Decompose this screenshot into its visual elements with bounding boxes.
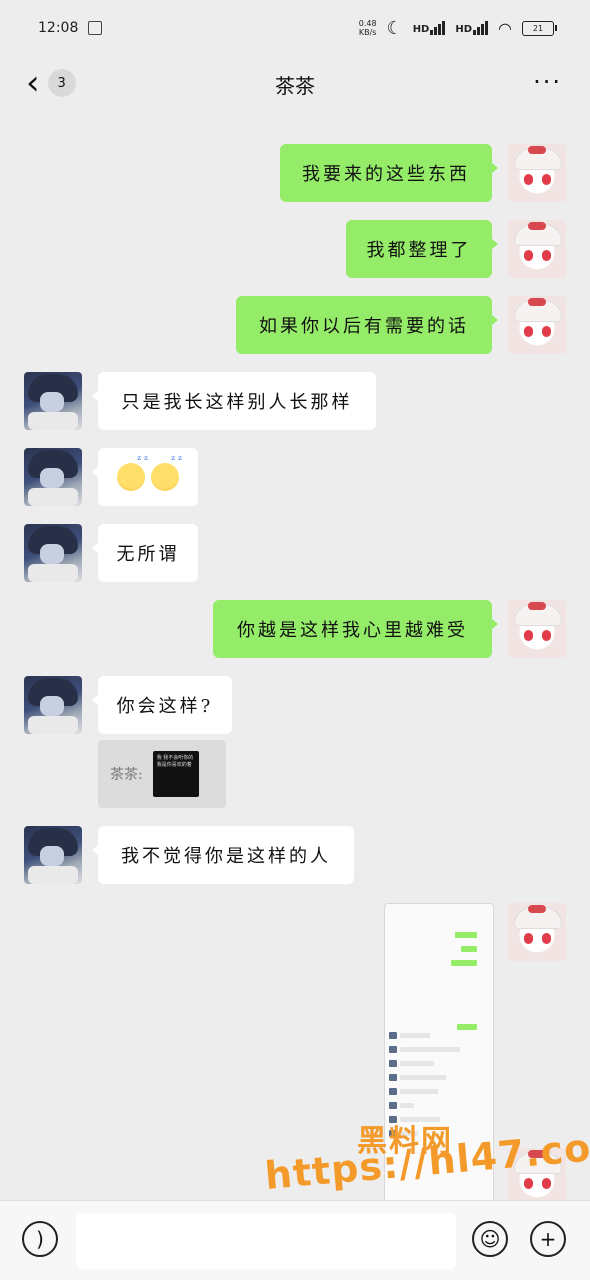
contact-avatar[interactable] <box>24 448 82 506</box>
voice-button[interactable]: ) <box>22 1221 58 1257</box>
message-input[interactable] <box>76 1213 456 1269</box>
status-time: 12:08 <box>38 20 79 36</box>
more-icon: ··· <box>533 68 562 96</box>
message-bubble[interactable]: 你会这样? <box>92 676 232 734</box>
quote-sender: 茶茶: <box>110 767 143 783</box>
my-avatar[interactable] <box>508 600 566 658</box>
contact-avatar[interactable] <box>24 676 82 734</box>
my-avatar[interactable] <box>508 144 566 202</box>
sleeping-face-icon <box>117 453 151 491</box>
mini-row <box>389 1060 434 1067</box>
plus-icon: + <box>539 1227 557 1251</box>
mini-row <box>389 1102 414 1109</box>
battery-icon: 21 <box>522 20 557 36</box>
mini-bubble <box>455 932 477 938</box>
message-bubble[interactable]: 无所谓 <box>92 524 198 582</box>
my-avatar[interactable] <box>508 220 566 278</box>
signal-2-label: HD <box>455 24 473 35</box>
status-right: 0.48 KB/s ☾ HD HD ◠ 21 <box>359 17 557 39</box>
my-avatar[interactable] <box>508 903 566 961</box>
chat-title: 茶茶 <box>275 73 315 98</box>
wifi-icon: ◠ <box>498 18 512 38</box>
message-text: 我不觉得你是这样的人 <box>121 846 331 867</box>
message-text: 我要来的这些东西 <box>302 164 470 185</box>
more-options-button[interactable]: ··· <box>533 68 562 96</box>
battery-level: 21 <box>532 23 544 33</box>
message-text: 我都整理了 <box>366 240 472 261</box>
sleeping-face-icon <box>151 453 185 491</box>
net-speed: 0.48 KB/s <box>359 19 377 37</box>
quoted-message[interactable]: 茶茶: 我 我不会听你的 我是你喜欢的着 <box>98 740 226 808</box>
net-speed-value: 0.48 <box>358 19 377 28</box>
signal-bars-icon <box>473 21 489 35</box>
mini-row <box>389 1088 438 1095</box>
message-text: 你会这样? <box>116 696 214 717</box>
notification-icon <box>88 21 103 35</box>
mini-row <box>389 1074 446 1081</box>
emoji-message-bubble[interactable] <box>92 448 198 506</box>
message-bubble[interactable]: 我都整理了 <box>346 220 498 278</box>
emoji-icon: ☺ <box>479 1227 501 1251</box>
message-bubble[interactable]: 只是我长这样别人长那样 <box>92 372 376 430</box>
contact-avatar[interactable] <box>24 524 82 582</box>
message-list[interactable]: 我要来的这些东西 我都整理了 如果你以后有需要的话 只是我长这样别人长那样 无所… <box>0 120 590 1200</box>
message-composer: ) ☺ + <box>0 1200 590 1280</box>
message-bubble[interactable]: 你越是这样我心里越难受 <box>213 600 498 658</box>
status-left: 12:08 <box>38 20 103 36</box>
signal-1: HD <box>413 21 446 35</box>
chat-header: ‹ 3 茶茶 ··· <box>0 56 590 112</box>
signal-1-label: HD <box>412 24 430 35</box>
mini-bubble <box>451 960 477 966</box>
mini-row <box>389 1046 460 1053</box>
voice-icon: ) <box>36 1227 44 1251</box>
contact-avatar[interactable] <box>24 372 82 430</box>
chevron-left-icon: ‹ <box>26 63 40 103</box>
status-bar: 12:08 0.48 KB/s ☾ HD HD ◠ 21 <box>0 0 590 56</box>
message-bubble[interactable]: 我要来的这些东西 <box>280 144 498 202</box>
signal-bars-icon <box>430 21 446 35</box>
mini-bubble <box>461 946 477 952</box>
unread-count-badge: 3 <box>47 69 76 97</box>
mini-row <box>389 1032 430 1039</box>
message-text: 只是我长这样别人长那样 <box>121 392 353 413</box>
message-text: 你越是这样我心里越难受 <box>237 620 468 641</box>
quote-thumbnail: 我 我不会听你的 我是你喜欢的着 <box>152 751 199 797</box>
message-text: 无所谓 <box>116 544 180 565</box>
message-text: 如果你以后有需要的话 <box>259 316 469 337</box>
moon-icon: ☾ <box>386 17 403 39</box>
message-bubble[interactable]: 如果你以后有需要的话 <box>236 296 498 354</box>
message-bubble[interactable]: 我不觉得你是这样的人 <box>92 826 354 884</box>
my-avatar[interactable] <box>508 296 566 354</box>
contact-avatar[interactable] <box>24 826 82 884</box>
emoji-button[interactable]: ☺ <box>472 1221 508 1257</box>
mini-bubble <box>457 1024 477 1030</box>
net-speed-unit: KB/s <box>358 28 377 37</box>
back-button[interactable]: ‹ 3 <box>26 66 76 100</box>
plus-button[interactable]: + <box>530 1221 566 1257</box>
signal-2: HD <box>455 21 489 35</box>
